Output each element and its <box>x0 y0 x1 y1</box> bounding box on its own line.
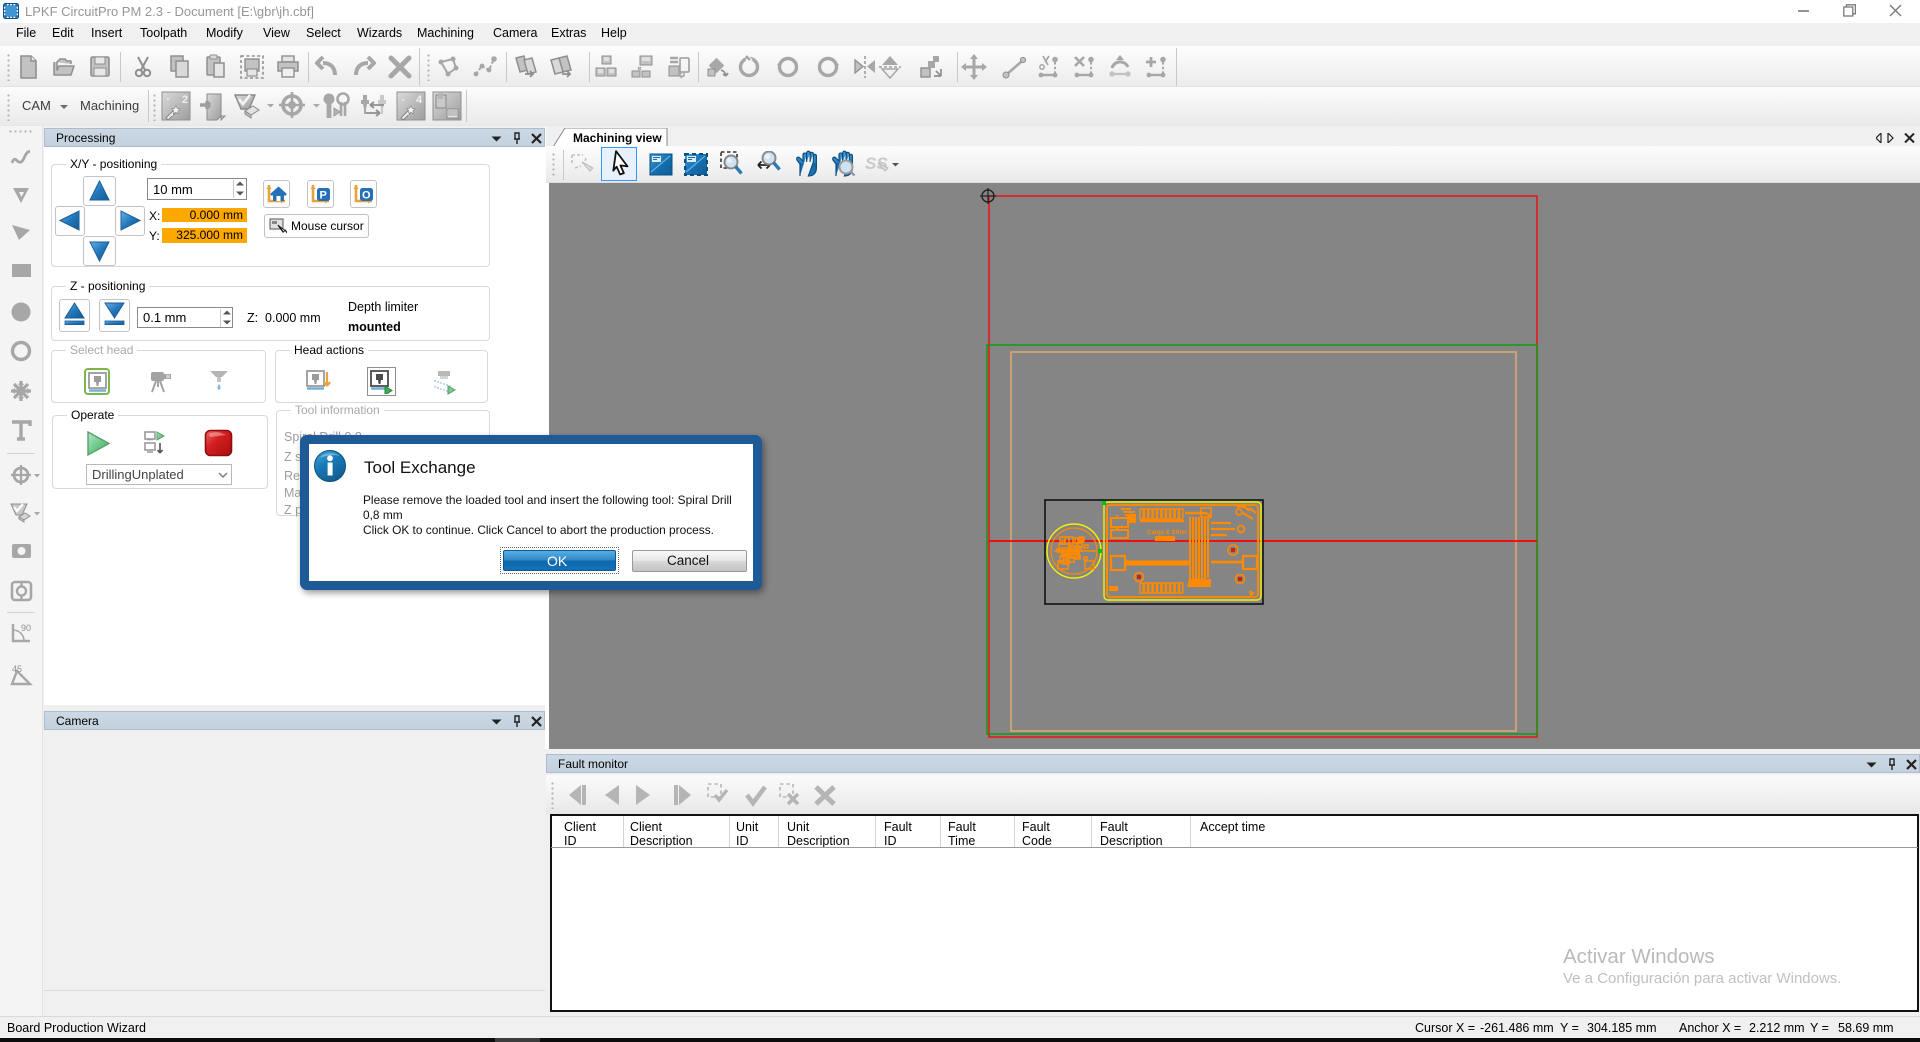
svg-text:90: 90 <box>21 623 31 633</box>
svg-text:O: O <box>362 190 371 202</box>
svg-text:2: 2 <box>182 94 188 106</box>
svg-text:45: 45 <box>12 664 22 674</box>
svg-text:4: 4 <box>416 94 423 106</box>
svg-text:Carga & Stinn: Carga & Stinn <box>1147 530 1187 536</box>
svg-text:P: P <box>320 190 327 202</box>
